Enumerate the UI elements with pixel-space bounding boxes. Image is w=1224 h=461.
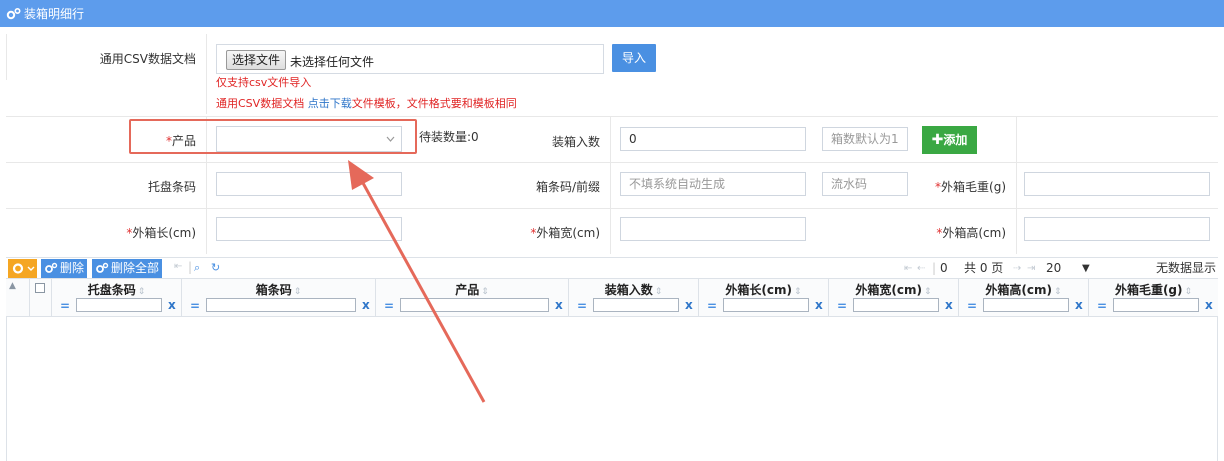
column-filter-input[interactable] [593,298,679,312]
clear-filter-icon[interactable]: x [555,298,563,312]
column-header[interactable]: 外箱高(cm) ⇕ = x [958,279,1088,317]
annotation-arrow [348,160,486,403]
next-page-icon[interactable]: ⇢ [1013,258,1021,279]
column-filter-input[interactable] [1113,298,1199,312]
csv-only-note: 仅支持csv文件导入 [216,76,312,89]
sort-icon[interactable]: ⇕ [138,287,146,297]
box-barcode-label: 箱条码/前缀 [535,180,600,194]
no-data-text: 无数据显示 [1156,261,1217,275]
filter-operator[interactable]: = [837,299,847,313]
column-filter-input[interactable] [723,298,809,312]
total-pages-text: 共 0 页 [964,261,1004,275]
page-number-value[interactable]: 0 [940,258,948,279]
column-header[interactable]: 外箱长(cm) ⇕ = x [698,279,828,317]
clear-filter-icon[interactable]: x [815,298,823,312]
settings-dropdown-button[interactable] [8,259,37,278]
pallet-barcode-label: 托盘条码 [147,180,196,194]
width-label: *外箱宽(cm) [530,226,600,240]
collapse-caret-icon[interactable]: ▲ [9,281,16,291]
clear-filter-icon[interactable]: x [1075,298,1083,312]
column-filter-input[interactable] [853,298,939,312]
column-header[interactable]: 装箱入数 ⇕ = x [568,279,698,317]
column-title[interactable]: 外箱毛重(g) ⇕ [1089,281,1218,298]
sort-icon[interactable]: ⇕ [1185,287,1193,297]
select-all-checkbox[interactable] [35,283,45,293]
column-title[interactable]: 外箱高(cm) ⇕ [959,281,1088,298]
clear-filter-icon[interactable]: x [685,298,693,312]
pack-qty-input[interactable]: 0 [620,127,806,151]
csv-import-label: 通用CSV数据文档 [99,52,196,66]
clear-filter-icon[interactable]: x [945,298,953,312]
grid-body [6,317,1218,461]
pack-qty-label: 装箱入数 [551,135,600,149]
file-status-text: 未选择任何文件 [290,55,375,69]
prev-page-icon[interactable]: ⇠ [917,258,925,279]
column-filter-input[interactable] [76,298,162,312]
filter-operator[interactable]: = [60,299,70,313]
import-button[interactable]: 导入 [612,44,656,72]
collapse-icon[interactable]: ⇤ [174,261,182,272]
column-title[interactable]: 装箱入数 ⇕ [569,281,698,298]
height-label: *外箱高(cm) [936,226,1006,240]
clear-filter-icon[interactable]: x [168,298,176,312]
filter-operator[interactable]: = [577,299,587,313]
gears-icon [6,7,22,21]
filter-operator[interactable]: = [1097,299,1107,313]
filter-operator[interactable]: = [707,299,717,313]
annotation-highlight-box [129,119,417,154]
column-title[interactable]: 托盘条码 ⇕ [52,281,181,298]
last-page-icon[interactable]: ⇥ [1027,258,1035,279]
column-title[interactable]: 外箱长(cm) ⇕ [699,281,828,298]
column-header[interactable]: 外箱宽(cm) ⇕ = x [828,279,958,317]
grid-toolbar: 删除 删除全部 ⇤ | ⌕ ↻ ⇤ ⇠ | 0 共 0 页 ⇢ ⇥ 20 ▼ 无… [6,257,1218,279]
page-size-arrow[interactable]: ▼ [1082,258,1090,279]
sort-icon[interactable]: ⇕ [655,287,663,297]
sort-icon[interactable]: ⇕ [794,287,802,297]
column-header[interactable]: 外箱毛重(g) ⇕ = x [1088,279,1218,317]
grid-header: ▲ 托盘条码 ⇕ = x 箱条码 ⇕ = x 产品 ⇕ = x 装箱入数 ⇕ = x 外箱长(cm) ⇕ = x 外箱宽… [6,279,1218,317]
template-note: 通用CSV数据文档 点击下载文件模板，文件格式要和模板相同 [216,97,517,110]
page-size-select[interactable]: 20 [1046,258,1061,279]
sort-icon[interactable]: ⇕ [1054,287,1062,297]
width-input[interactable] [620,217,806,241]
refresh-icon[interactable]: ↻ [211,261,220,274]
plus-icon: ✚ [931,132,944,148]
gross-weight-input[interactable] [1024,172,1210,196]
sort-icon[interactable]: ⇕ [294,287,302,297]
first-page-icon[interactable]: ⇤ [904,258,912,279]
search-icon[interactable]: ⌕ [194,261,200,275]
height-input[interactable] [1024,217,1210,241]
panel-title: 装箱明细行 [24,7,85,21]
clear-filter-icon[interactable]: x [1205,298,1213,312]
box-count-input[interactable]: 箱数默认为1 [822,127,908,151]
gross-weight-label: *外箱毛重(g) [935,180,1006,194]
pending-qty-text: 待装数量:0 [419,130,479,144]
delete-all-button[interactable]: 删除全部 [92,259,163,278]
panel-titlebar: 装箱明细行 [0,0,1224,27]
column-filter-input[interactable] [983,298,1069,312]
column-header[interactable]: 托盘条码 ⇕ = x [51,279,181,317]
serial-input[interactable]: 流水码 [822,172,908,196]
filter-operator[interactable]: = [967,299,977,313]
box-barcode-input[interactable]: 不填系统自动生成 [620,172,806,196]
choose-file-button[interactable]: 选择文件 [226,50,286,70]
filter-operator[interactable]: = [190,299,200,313]
download-template-link[interactable]: 点击下载 [308,97,352,110]
sort-icon[interactable]: ⇕ [924,287,932,297]
delete-button[interactable]: 删除 [41,259,88,278]
add-button[interactable]: ✚添加 [922,126,977,154]
page-root: 装箱明细行 通用CSV数据文档 选择文件 未选择任何文件 导入 仅支持csv文件… [0,0,1224,461]
length-label: *外箱长(cm) [126,226,196,240]
column-title[interactable]: 外箱宽(cm) ⇕ [829,281,958,298]
